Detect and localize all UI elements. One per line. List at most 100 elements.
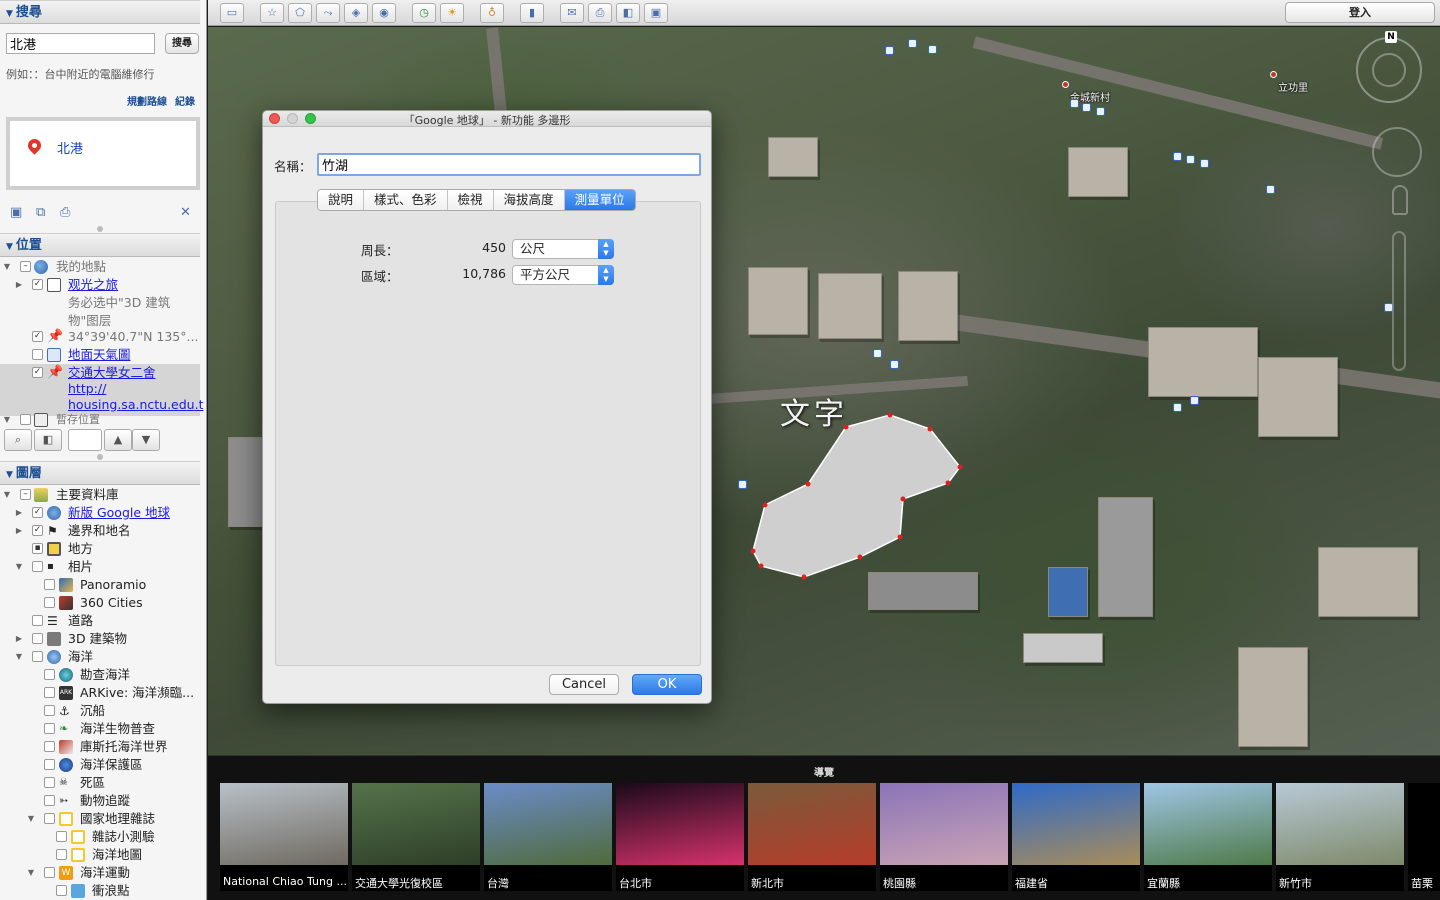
sign-in-button[interactable]: 登入 xyxy=(1285,2,1435,23)
expand-triangle-icon[interactable]: ▼ xyxy=(2,486,12,504)
expand-triangle-icon[interactable]: ▼ xyxy=(26,864,36,882)
planets-button[interactable]: ♁ xyxy=(480,3,504,23)
search-result-item[interactable]: 北港 xyxy=(57,138,83,157)
panel-resize-handle[interactable] xyxy=(97,226,103,232)
poi-icon[interactable] xyxy=(1173,403,1182,412)
expand-triangle-icon[interactable]: ▶ xyxy=(14,630,24,648)
tour-thumbnail[interactable]: 新北市 xyxy=(748,783,876,891)
tour-thumbnail[interactable]: 桃園縣 xyxy=(880,783,1008,891)
poi-icon[interactable] xyxy=(890,360,899,369)
checkbox[interactable] xyxy=(32,651,43,662)
sunlight-button[interactable]: ☀ xyxy=(440,3,464,23)
tour-thumbnail[interactable]: National Chiao Tung ... xyxy=(220,783,348,891)
add-overlay-button[interactable]: ◈ xyxy=(344,3,368,23)
checkbox[interactable] xyxy=(44,759,55,770)
tour-thumbnail[interactable]: 宜蘭縣 xyxy=(1144,783,1272,891)
cancel-button[interactable]: Cancel xyxy=(549,674,619,695)
checkbox[interactable] xyxy=(44,813,55,824)
clear-results-icon[interactable]: ✕ xyxy=(180,205,191,220)
poi-icon[interactable] xyxy=(1186,155,1195,164)
area-unit-select[interactable]: 平方公尺 ▲ ▼ xyxy=(512,265,614,285)
checkbox[interactable] xyxy=(32,633,43,644)
poi-icon[interactable] xyxy=(928,45,937,54)
tab-view[interactable]: 檢視 xyxy=(447,190,494,210)
checkbox[interactable] xyxy=(44,741,55,752)
checkbox-partial[interactable]: – xyxy=(20,261,31,272)
checkbox[interactable] xyxy=(44,867,55,878)
poi-icon[interactable] xyxy=(1070,99,1079,108)
compass-ring[interactable] xyxy=(1372,53,1406,87)
poi-icon[interactable] xyxy=(1082,103,1091,112)
checkbox[interactable] xyxy=(44,795,55,806)
perimeter-unit-select[interactable]: 公尺 ▲ ▼ xyxy=(512,239,614,259)
name-field[interactable] xyxy=(317,153,701,176)
historical-imagery-button[interactable]: ◷ xyxy=(412,3,436,23)
search-input[interactable] xyxy=(6,33,155,54)
map-place-label[interactable]: 立功里 xyxy=(1270,71,1308,94)
tab-style-color[interactable]: 樣式、色彩 xyxy=(364,190,448,210)
checkbox[interactable] xyxy=(56,849,67,860)
places-filter-field[interactable] xyxy=(68,429,102,451)
checkbox-checked[interactable]: ✓ xyxy=(32,507,43,518)
google-maps-button[interactable]: ◧ xyxy=(616,3,640,23)
search-button[interactable]: 搜尋 xyxy=(165,33,199,54)
checkbox[interactable] xyxy=(32,615,43,626)
tour-thumbnail[interactable]: 福建省 xyxy=(1012,783,1140,891)
record-tour-button[interactable]: ◉ xyxy=(372,3,396,23)
checkbox[interactable] xyxy=(44,597,55,608)
search-section-header[interactable]: ▼ 搜尋 xyxy=(0,0,200,24)
poi-icon[interactable] xyxy=(1266,185,1275,194)
checkbox[interactable] xyxy=(32,349,43,360)
expand-triangle-icon[interactable]: ▶ xyxy=(14,522,24,540)
add-polygon-button[interactable]: ⬠ xyxy=(288,3,312,23)
checkbox[interactable] xyxy=(44,687,55,698)
toggle-view-button[interactable]: ◧ xyxy=(34,429,62,451)
expand-triangle-icon[interactable]: ▼ xyxy=(14,558,24,576)
tour-thumbnail[interactable]: 新竹市 xyxy=(1276,783,1404,891)
checkbox[interactable] xyxy=(20,414,31,425)
checkbox[interactable] xyxy=(56,885,67,896)
poi-icon[interactable] xyxy=(1200,159,1209,168)
history-link[interactable]: 紀錄 xyxy=(175,97,195,108)
compass-control[interactable]: N xyxy=(1356,31,1422,103)
tab-measurements[interactable]: 測量單位 xyxy=(564,190,635,210)
ruler-button[interactable]: ▮ xyxy=(520,3,544,23)
checkbox[interactable] xyxy=(44,705,55,716)
checkbox-partial[interactable]: ▪ xyxy=(32,543,43,554)
checkbox-checked[interactable]: ✓ xyxy=(32,367,43,378)
layers-section-header[interactable]: ▼ 圖層 xyxy=(0,461,200,485)
checkbox[interactable] xyxy=(32,561,43,572)
checkbox[interactable] xyxy=(44,669,55,680)
add-folder-icon[interactable]: ▣ xyxy=(10,205,22,220)
print-icon[interactable]: ⎙ xyxy=(60,205,70,220)
toggle-sidebar-button[interactable]: ▭ xyxy=(220,3,244,23)
move-up-button[interactable]: ▲ xyxy=(104,429,132,451)
poi-icon[interactable] xyxy=(873,349,882,358)
checkbox[interactable] xyxy=(44,723,55,734)
collapse-triangle-icon[interactable]: ▼ xyxy=(6,463,13,487)
poi-icon[interactable] xyxy=(908,39,917,48)
tour-thumbnail[interactable]: 苗栗 xyxy=(1408,783,1440,891)
expand-triangle-icon[interactable]: ▼ xyxy=(2,258,12,276)
email-button[interactable]: ✉ xyxy=(560,3,584,23)
copy-icon[interactable]: ⧉ xyxy=(36,205,45,220)
tab-description[interactable]: 說明 xyxy=(318,190,365,210)
street-view-pegman-icon[interactable] xyxy=(1392,185,1408,215)
print-button[interactable]: ⎙ xyxy=(588,3,612,23)
expand-triangle-icon[interactable]: ▼ xyxy=(14,648,24,666)
poi-icon[interactable] xyxy=(1096,107,1105,116)
expand-triangle-icon[interactable]: ▶ xyxy=(14,504,24,522)
collapse-triangle-icon[interactable]: ▼ xyxy=(6,235,13,259)
tab-altitude[interactable]: 海拔高度 xyxy=(493,190,565,210)
tree-row-selected[interactable]: ✓ 📌 交通大學女二舍 http:// housing.sa.nctu.edu.… xyxy=(0,364,203,416)
dialog-titlebar[interactable]: 「Google 地球」 - 新功能 多邊形 xyxy=(263,111,711,127)
add-path-button[interactable]: ⤳ xyxy=(316,3,340,23)
directions-link[interactable]: 規劃路線 xyxy=(127,97,167,108)
checkbox-checked[interactable]: ✓ xyxy=(32,525,43,536)
expand-triangle-icon[interactable]: ▼ xyxy=(2,411,12,429)
add-placemark-button[interactable]: ☆ xyxy=(260,3,284,23)
panel-resize-handle[interactable] xyxy=(97,454,103,460)
search-places-button[interactable]: ⌕ xyxy=(4,429,32,451)
places-section-header[interactable]: ▼ 位置 xyxy=(0,233,200,257)
expand-triangle-icon[interactable]: ▼ xyxy=(26,810,36,828)
